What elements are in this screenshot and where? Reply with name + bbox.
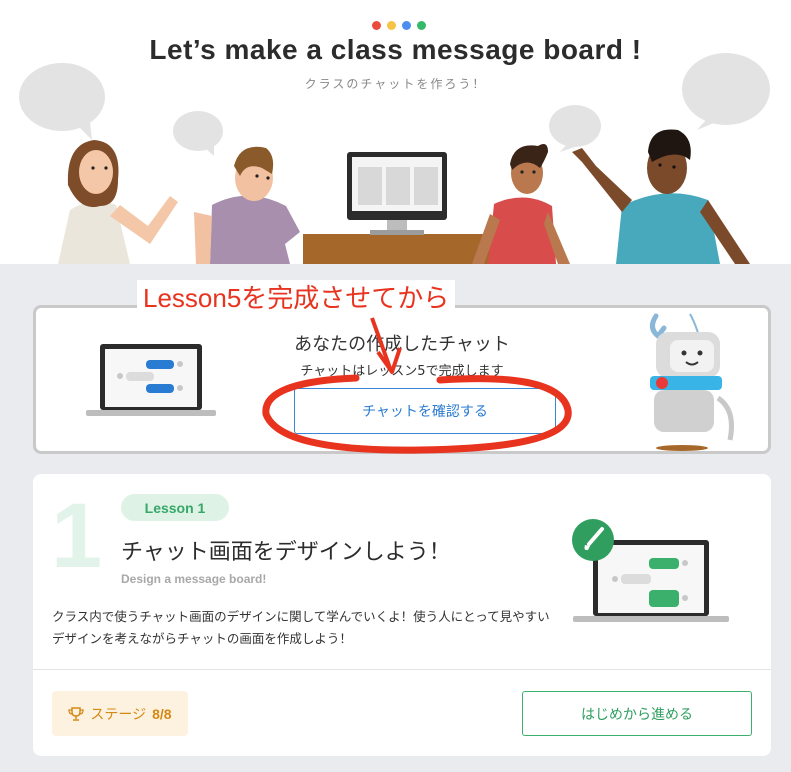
lesson-title: チャット画面をデザインしよう！ <box>121 540 451 565</box>
stage-progress-badge: ステージ 8/8 <box>52 691 188 736</box>
stage-label: ステージ <box>90 706 147 723</box>
my-chat-card: あなたの作成したチャット チャットはレッスン5で完成します チャットを確認する <box>33 305 771 454</box>
annotation-label: Lesson5を完成させてから <box>137 280 456 316</box>
person-woman-left <box>58 140 178 264</box>
paintbrush-icon <box>572 519 614 561</box>
person-woman-red <box>472 144 570 264</box>
color-dots <box>372 21 426 30</box>
dot-red <box>372 21 381 30</box>
dot-blue <box>402 21 411 30</box>
desk <box>303 234 495 264</box>
start-from-beginning-button[interactable]: はじめから進める <box>522 691 752 736</box>
lesson-laptop-illustration <box>572 519 729 622</box>
hero-title: Let’s make a class message board ! <box>149 34 642 65</box>
hero-banner: Let’s make a class message board ! クラスのチ… <box>0 0 791 264</box>
person-man-teal <box>572 129 750 264</box>
lesson-card: 1 Lesson 1 チャット画面をデザインしよう！ Design a mess… <box>33 474 771 756</box>
hero-subtitle: クラスのチャットを作ろう！ <box>304 77 487 91</box>
dot-yellow <box>387 21 396 30</box>
lesson-badge: Lesson 1 <box>121 494 229 521</box>
lesson-title-en: Design a message board! <box>121 572 267 586</box>
lesson-description: クラス内で使うチャット画面のデザインに関して学んでいくよ！使う人にとって見やすい… <box>52 609 550 646</box>
lesson-divider <box>33 669 771 670</box>
lesson-number: 1 <box>51 485 103 587</box>
robot-mascot <box>650 313 734 451</box>
monitor <box>347 152 447 235</box>
dot-green <box>417 21 426 30</box>
trophy-icon <box>68 706 85 721</box>
person-man-purple <box>194 146 300 264</box>
view-chat-button[interactable]: チャットを確認する <box>294 388 556 434</box>
stage-value: 8/8 <box>152 705 172 722</box>
